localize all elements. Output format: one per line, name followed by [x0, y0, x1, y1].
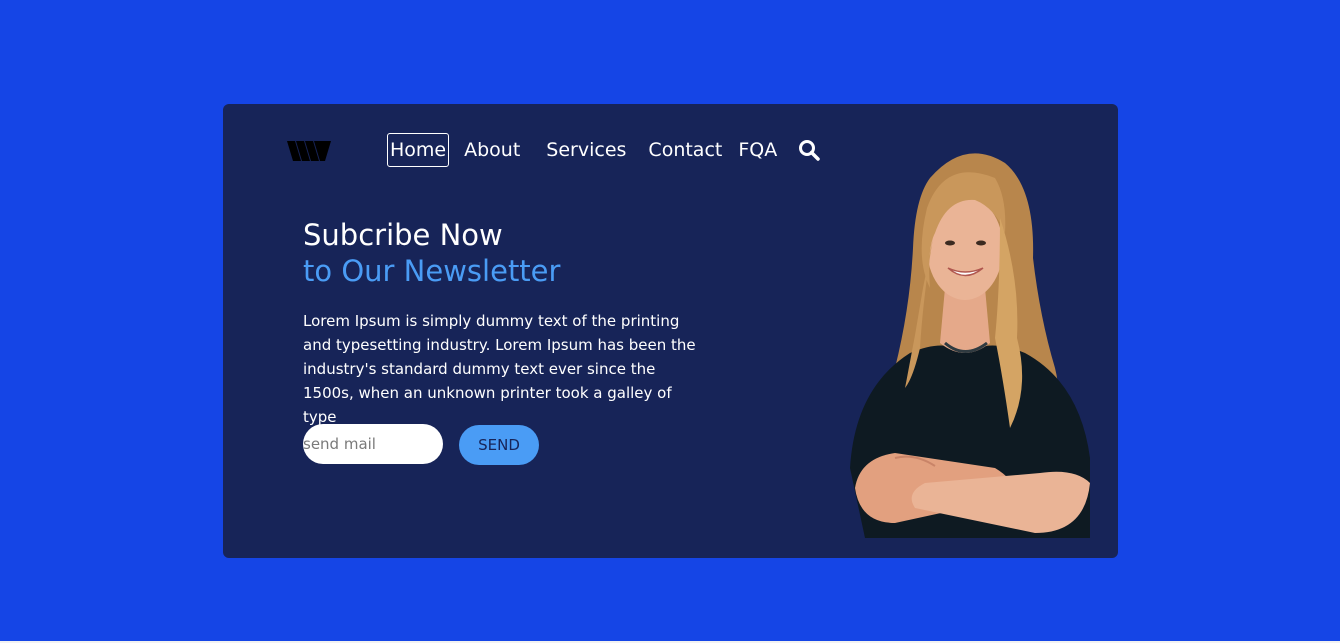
headline-secondary: to Our Newsletter	[303, 254, 561, 288]
brand-logo[interactable]	[287, 141, 331, 161]
search-icon[interactable]	[798, 139, 820, 161]
send-button[interactable]: SEND	[459, 425, 539, 465]
nav-about[interactable]: About	[461, 133, 523, 167]
nav-fqa[interactable]: FQA	[735, 133, 780, 167]
woman-portrait-image	[850, 153, 1090, 538]
nav-home[interactable]: Home	[387, 133, 450, 167]
nav-contact[interactable]: Contact	[645, 133, 725, 167]
main-nav: Home About Services Contact FQA	[387, 133, 820, 167]
headline-primary: Subcribe Now	[303, 218, 503, 252]
newsletter-card: Home About Services Contact FQA Subcribe…	[223, 104, 1118, 558]
hero-description: Lorem Ipsum is simply dummy text of the …	[303, 312, 696, 426]
nav-services[interactable]: Services	[543, 133, 629, 167]
email-input[interactable]	[303, 424, 443, 464]
page: Home About Services Contact FQA Subcribe…	[0, 0, 1340, 643]
